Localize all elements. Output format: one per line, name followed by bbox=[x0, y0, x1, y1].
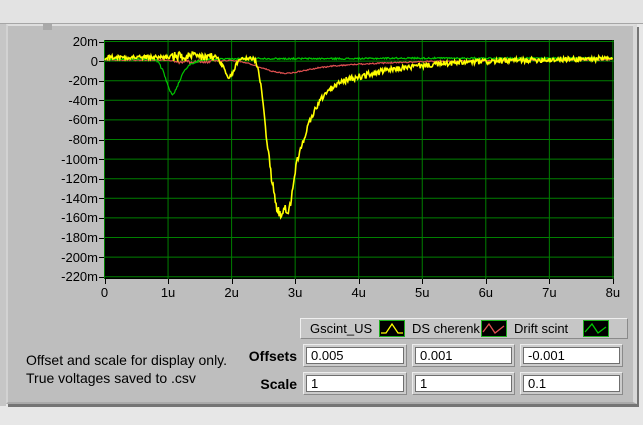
scale-fields-row bbox=[303, 372, 625, 395]
display-note: Offset and scale for display only. True … bbox=[26, 351, 227, 387]
display-note-line2: True voltages saved to .csv bbox=[26, 369, 227, 387]
scale-field-1[interactable] bbox=[415, 375, 512, 392]
offsets-fields-row bbox=[303, 344, 625, 367]
legend-item-drift-scint[interactable]: Drift scint bbox=[507, 319, 609, 338]
x-axis-tick bbox=[359, 279, 360, 284]
legend-label-gscint-us: Gscint_US bbox=[303, 321, 379, 336]
waveform-graph-plot-area bbox=[104, 40, 614, 279]
x-axis-tick bbox=[422, 279, 423, 284]
labview-front-panel: 20m 0 -20m -40m -60m -80m -100m -120m -140m -160m… bbox=[0, 0, 643, 425]
offset-field-frame-0 bbox=[303, 344, 407, 367]
legend-item-gscint-us[interactable]: Gscint_US bbox=[303, 319, 405, 338]
offset-field-1[interactable] bbox=[415, 347, 512, 364]
scale-field-2[interactable] bbox=[523, 375, 620, 392]
y-axis-label: 0 bbox=[26, 54, 98, 69]
plot-legend: Gscint_US DS cherenk Drift scint bbox=[300, 318, 628, 339]
waveform-sample-icon bbox=[481, 320, 507, 337]
window-top-strip bbox=[0, 0, 643, 24]
y-axis-label: -220m bbox=[26, 269, 98, 284]
x-axis-tick bbox=[295, 279, 296, 284]
y-axis-label: -80m bbox=[26, 132, 98, 147]
waveform-sample-icon bbox=[583, 320, 609, 337]
scale-field-0[interactable] bbox=[306, 375, 404, 392]
x-axis-label: 0 bbox=[85, 285, 125, 300]
y-axis-label: -20m bbox=[26, 73, 98, 88]
y-axis-label: 20m bbox=[26, 34, 98, 49]
y-axis-label: -60m bbox=[26, 112, 98, 127]
y-axis-label: -180m bbox=[26, 230, 98, 245]
legend-label-ds-cherenk: DS cherenk bbox=[405, 321, 481, 336]
y-axis-label: -160m bbox=[26, 210, 98, 225]
x-axis-tick bbox=[105, 279, 106, 284]
scale-field-frame-1 bbox=[412, 372, 515, 395]
y-axis-label: -100m bbox=[26, 152, 98, 167]
offset-field-0[interactable] bbox=[306, 347, 404, 364]
x-axis-tick bbox=[168, 279, 169, 284]
y-axis-label: -200m bbox=[26, 250, 98, 265]
waveform-sample-icon bbox=[379, 320, 405, 337]
legend-label-drift-scint: Drift scint bbox=[507, 321, 583, 336]
y-axis-label: -140m bbox=[26, 191, 98, 206]
scale-field-frame-2 bbox=[520, 372, 623, 395]
display-note-line1: Offset and scale for display only. bbox=[26, 351, 227, 369]
x-axis-label: 1u bbox=[148, 285, 188, 300]
x-axis-tick bbox=[549, 279, 550, 284]
x-axis-tick bbox=[486, 279, 487, 284]
x-axis-label: 3u bbox=[275, 285, 315, 300]
x-axis-label: 5u bbox=[402, 285, 442, 300]
x-axis-label: 7u bbox=[529, 285, 569, 300]
waveform-chart bbox=[104, 40, 614, 279]
legend-item-ds-cherenk[interactable]: DS cherenk bbox=[405, 319, 507, 338]
x-axis-label: 4u bbox=[339, 285, 379, 300]
x-axis-label: 6u bbox=[466, 285, 506, 300]
panel-notch bbox=[43, 24, 52, 30]
x-axis-label: 8u bbox=[593, 285, 633, 300]
y-axis-label: -120m bbox=[26, 171, 98, 186]
x-axis-tick bbox=[613, 279, 614, 284]
offset-field-frame-2 bbox=[520, 344, 623, 367]
scale-field-frame-0 bbox=[303, 372, 407, 395]
offset-field-frame-1 bbox=[412, 344, 515, 367]
y-axis-label: -40m bbox=[26, 93, 98, 108]
offset-field-2[interactable] bbox=[523, 347, 620, 364]
x-axis-label: 2u bbox=[212, 285, 252, 300]
x-axis-tick bbox=[232, 279, 233, 284]
